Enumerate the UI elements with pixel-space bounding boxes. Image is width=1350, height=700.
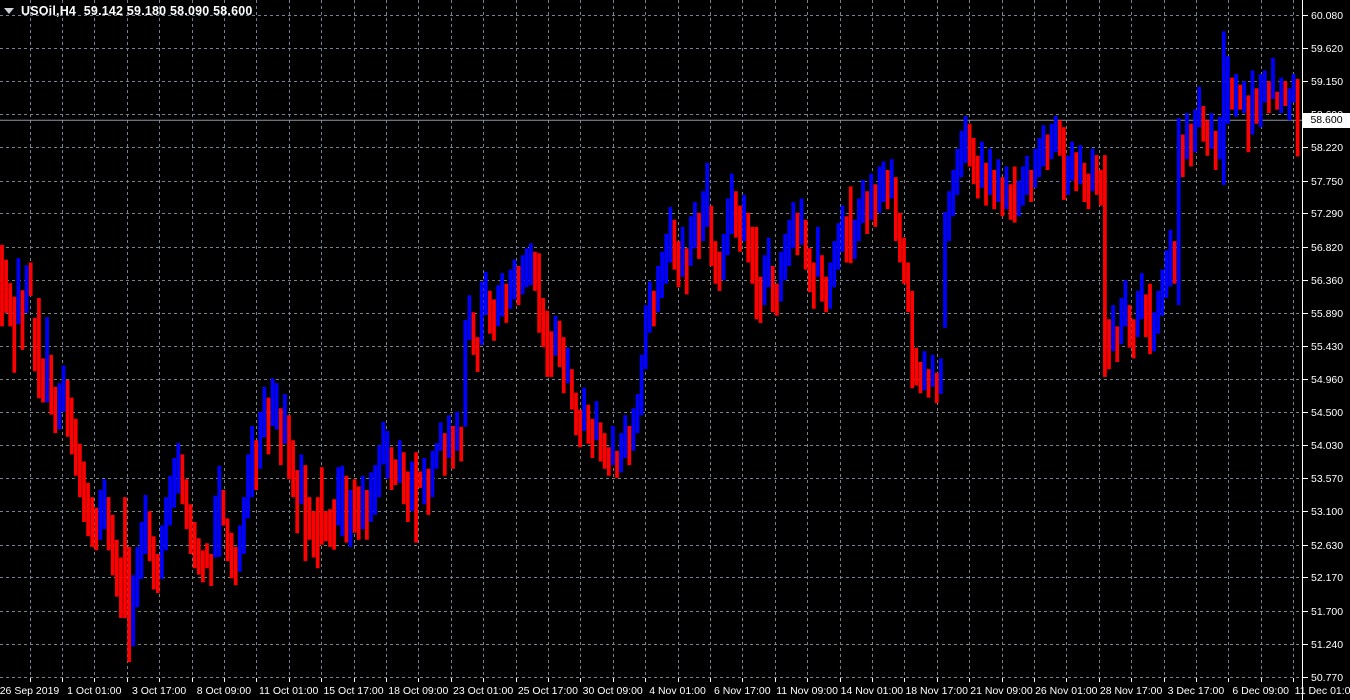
chart-symbol-period: USOil,H4 — [21, 4, 77, 18]
chart-ohlc-values: 59.142 59.180 58.090 58.600 — [83, 4, 253, 18]
price-bars-down — [0, 77, 1300, 663]
symbol-dropdown-icon[interactable] — [4, 8, 14, 14]
time-axis[interactable] — [0, 678, 1302, 700]
time-axis-label: 11 Dec 01:00 — [1295, 685, 1350, 697]
axes-layer: 60.08059.62059.15058.69058.22057.75057.2… — [0, 0, 1350, 700]
price-axis[interactable] — [1303, 0, 1350, 678]
title-bar: USOil,H4 59.142 59.180 58.090 58.600 — [4, 4, 257, 18]
price-chart-canvas[interactable]: 60.08059.62059.15058.69058.22057.75057.2… — [0, 0, 1350, 700]
chart-window: 60.08059.62059.15058.69058.22057.75057.2… — [0, 0, 1350, 700]
chart-title: USOil,H4 59.142 59.180 58.090 58.600 — [21, 4, 257, 18]
current-price-flag: 58.600 — [1303, 112, 1350, 128]
